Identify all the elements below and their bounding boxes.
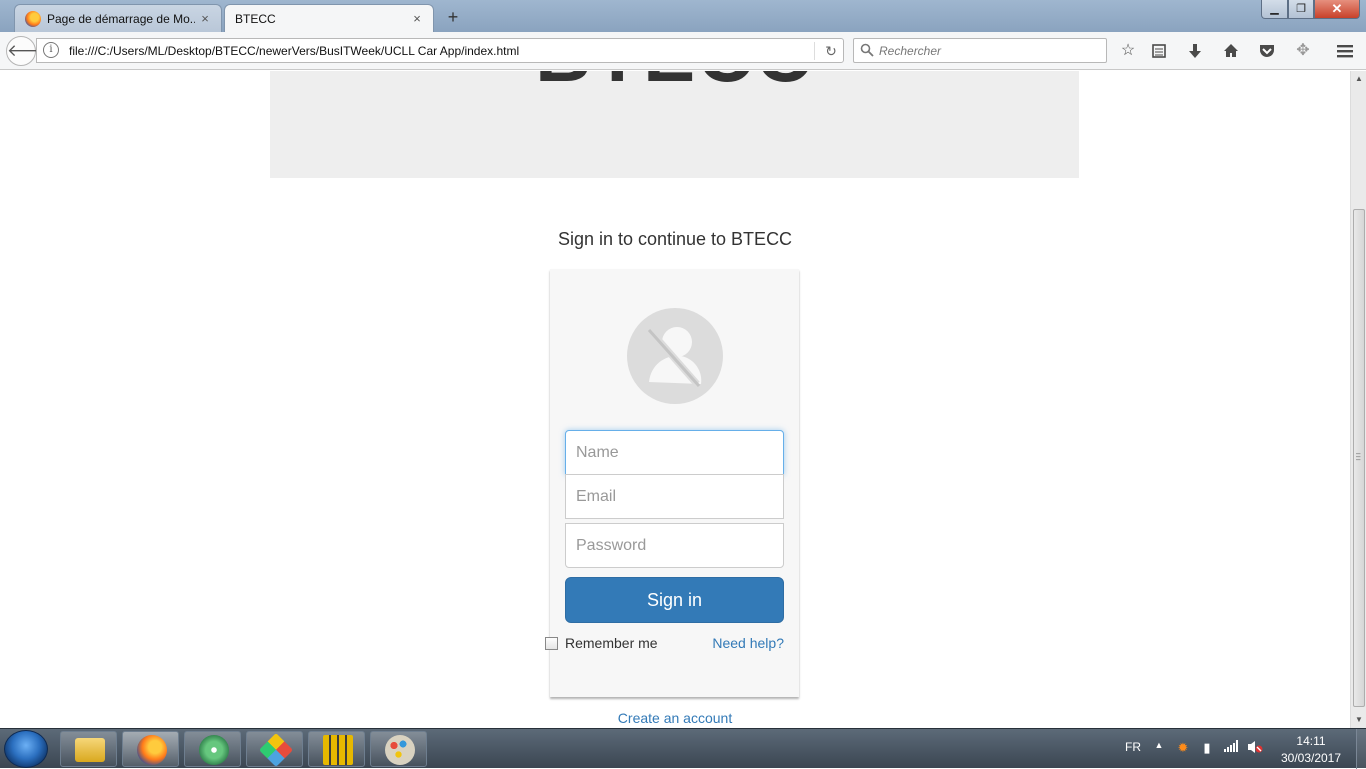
downloads-icon[interactable] <box>1184 40 1206 62</box>
minimize-button[interactable]: ▁ <box>1261 0 1288 19</box>
taskbar-app-explorer[interactable] <box>60 731 117 767</box>
url-bar[interactable]: i file:///C:/Users/ML/Desktop/BTECC/newe… <box>36 38 844 63</box>
volume-muted-icon[interactable] <box>1247 740 1263 757</box>
clock-time[interactable]: 14:11 <box>1280 734 1342 748</box>
grip-icon: – – – <box>1356 449 1361 464</box>
menu-icon[interactable] <box>1334 40 1356 62</box>
jumbotron-title: BTECC <box>270 71 1079 100</box>
show-desktop-button[interactable] <box>1356 729 1366 769</box>
email-field[interactable] <box>565 474 784 519</box>
scroll-up-icon[interactable]: ▲ <box>1351 71 1366 87</box>
network-icon[interactable] <box>1223 740 1239 755</box>
vertical-scrollbar[interactable]: ▲ – – – ▼ <box>1350 71 1366 728</box>
firefox-icon <box>25 10 41 27</box>
new-tab-button[interactable]: + <box>442 6 464 28</box>
signin-card: Sign in Remember me Need help? <box>545 269 799 697</box>
avatar <box>627 308 723 404</box>
signin-heading: Sign in to continue to BTECC <box>557 229 793 249</box>
bookmark-star-icon[interactable]: ☆ <box>1117 40 1139 62</box>
close-window-button[interactable]: ✕ <box>1314 0 1360 19</box>
taskbar: FR ▲ ✹ ▮ 14:11 30/03/2017 <box>0 728 1366 769</box>
language-indicator[interactable]: FR <box>1125 740 1141 754</box>
close-tab-icon[interactable]: × <box>407 11 427 26</box>
tab-firefox-start[interactable]: Page de démarrage de Mo... × <box>14 4 222 32</box>
reload-icon[interactable]: ↻ <box>821 41 841 61</box>
archive-icon <box>323 735 353 765</box>
remember-me-checkbox[interactable] <box>545 637 558 650</box>
page-content: BTECC Sign in to continue to BTECC Sign … <box>0 71 1350 728</box>
close-tab-icon[interactable]: × <box>195 11 215 26</box>
user-placeholder-icon <box>647 327 702 387</box>
search-icon <box>860 43 874 57</box>
show-hidden-icons-icon[interactable]: ▲ <box>1151 740 1167 750</box>
clock-date[interactable]: 30/03/2017 <box>1276 751 1346 765</box>
name-field[interactable] <box>565 430 784 475</box>
search-input[interactable] <box>879 42 1099 60</box>
navigation-toolbar: 🡐 i file:///C:/Users/ML/Desktop/BTECC/ne… <box>0 32 1366 70</box>
url-separator <box>814 42 815 60</box>
need-help-link[interactable]: Need help? <box>712 635 784 651</box>
home-icon[interactable] <box>1220 40 1242 62</box>
tab-label: Page de démarrage de Mo... <box>47 11 195 26</box>
taskbar-app-git[interactable] <box>246 731 303 767</box>
jumbotron: BTECC <box>270 71 1079 178</box>
taskbar-app-atom[interactable] <box>184 731 241 767</box>
firefox-icon <box>137 735 167 765</box>
taskbar-app-paint[interactable] <box>370 731 427 767</box>
create-account-link[interactable]: Create an account <box>0 710 1350 726</box>
maximize-button[interactable]: ❐ <box>1288 0 1314 19</box>
info-icon[interactable]: i <box>43 42 59 58</box>
paint-icon <box>385 735 415 765</box>
password-field[interactable] <box>565 523 784 568</box>
git-icon <box>259 733 293 767</box>
remember-me-label: Remember me <box>565 635 658 651</box>
tab-label: BTECC <box>235 11 276 26</box>
tab-bar: Page de démarrage de Mo... × BTECC × + ▁… <box>0 0 1366 32</box>
scrollbar-thumb[interactable]: – – – <box>1353 209 1365 707</box>
signin-button[interactable]: Sign in <box>565 577 784 623</box>
extension-icon[interactable]: ✥ <box>1292 40 1314 62</box>
bookmarks-list-icon[interactable] <box>1148 40 1170 62</box>
start-button[interactable] <box>4 730 48 768</box>
scroll-down-icon[interactable]: ▼ <box>1351 712 1366 728</box>
back-button[interactable]: 🡐 <box>6 36 53 66</box>
pocket-icon[interactable] <box>1256 40 1278 62</box>
battery-icon[interactable]: ▮ <box>1199 740 1215 756</box>
file-explorer-icon <box>75 738 105 762</box>
taskbar-app-archive[interactable] <box>308 731 365 767</box>
tab-btecc[interactable]: BTECC × <box>224 4 434 32</box>
search-bar[interactable] <box>853 38 1107 63</box>
avast-icon[interactable]: ✹ <box>1175 740 1191 756</box>
url-text[interactable]: file:///C:/Users/ML/Desktop/BTECC/newerV… <box>69 44 519 58</box>
taskbar-app-firefox[interactable] <box>122 731 179 767</box>
atom-icon <box>199 735 229 765</box>
